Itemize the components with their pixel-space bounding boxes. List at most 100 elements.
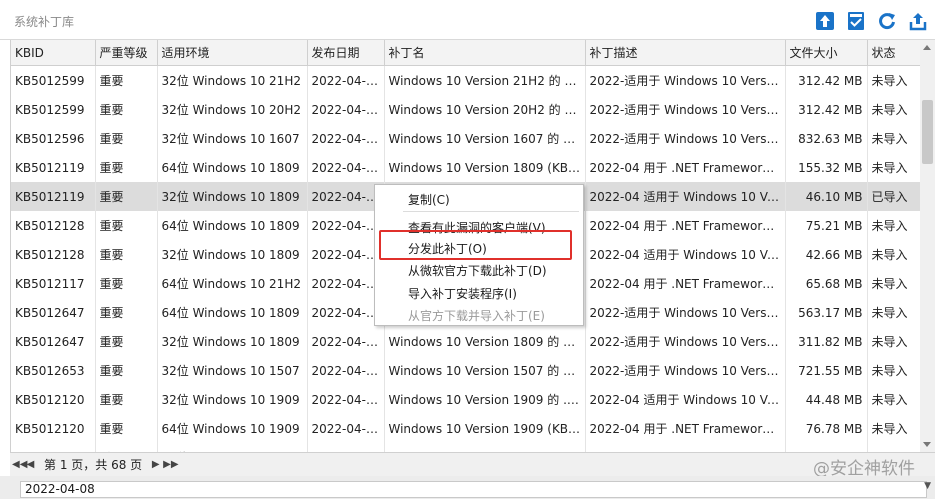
column-header-size[interactable]: 文件大小 bbox=[785, 40, 868, 66]
table-row[interactable]: KB5012119 重要 64位 Windows 10 1809 2022-04-08… bbox=[11, 153, 920, 182]
cell-description: 2022-04 适用于 Windows 10 Ve... bbox=[585, 182, 786, 211]
cell-size bbox=[785, 443, 868, 452]
cell-size: 312.42 MB bbox=[785, 95, 868, 124]
status-field[interactable]: 2022-04-08 bbox=[20, 481, 927, 498]
cell-date: 2022-04-08 bbox=[307, 95, 385, 124]
cell-environment: 64位 Windows 10 21H1 bbox=[157, 443, 308, 452]
column-header-severity[interactable]: 严重等级 bbox=[95, 40, 158, 66]
refresh-icon[interactable] bbox=[876, 10, 898, 32]
cell-description: 2022-04 用于 .NET Framework ... bbox=[585, 414, 786, 443]
table-row[interactable]: KB5012599 重要 32位 Windows 10 20H2 2022-04-08… bbox=[11, 95, 920, 124]
menu-item-download-from-microsoft[interactable]: 从微软官方下载此补丁(D) bbox=[408, 262, 547, 279]
cell-name: Windows 10 Version 1909 的 .N... bbox=[384, 385, 586, 414]
cell-size: 42.66 MB bbox=[785, 240, 868, 269]
cell-environment: 32位 Windows 10 21H2 bbox=[157, 65, 308, 95]
cell-environment: 32位 Windows 10 20H2 bbox=[157, 95, 308, 124]
last-page-icon[interactable]: ▶▶ bbox=[163, 459, 178, 470]
cell-description: 2022-适用于 Windows 10 Versi... bbox=[585, 356, 786, 385]
cell-size: 563.17 MB bbox=[785, 298, 868, 327]
cell-date: 2022-04-08 bbox=[307, 385, 385, 414]
export-icon[interactable] bbox=[907, 10, 929, 32]
cell-date: 2022-04-08 bbox=[307, 240, 385, 269]
menu-item-import-installer[interactable]: 导入补丁安装程序(I) bbox=[408, 285, 517, 302]
cell-environment: 32位 Windows 10 1507 bbox=[157, 356, 308, 385]
cell-date: 2022-04-08 bbox=[307, 327, 385, 356]
cell-date: 2022-04-08 bbox=[307, 182, 385, 211]
cell-date: 2022-04-08 bbox=[307, 211, 385, 240]
menu-separator bbox=[403, 211, 579, 212]
cell-environment: 64位 Windows 10 1809 bbox=[157, 298, 308, 327]
cell-description: 2022-适用于 Windows 10 Versi... bbox=[585, 65, 786, 95]
cell-status: 未导入 bbox=[867, 153, 920, 182]
cell-kbid: KB5012647 bbox=[11, 298, 96, 327]
chevron-down-icon[interactable]: ▼ bbox=[924, 481, 931, 491]
table-row[interactable]: KB5012120 重要 32位 Windows 10 1909 2022-04-08… bbox=[11, 385, 920, 414]
cell-environment: 64位 Windows 10 21H2 bbox=[157, 269, 308, 298]
cell-status: 未导入 bbox=[867, 298, 920, 327]
upload-arrow-icon[interactable] bbox=[814, 10, 836, 32]
vertical-scrollbar[interactable] bbox=[920, 40, 935, 452]
cell-size: 65.68 MB bbox=[785, 269, 868, 298]
cell-status: 未导入 bbox=[867, 269, 920, 298]
table-row[interactable]: KB5012120 重要 64位 Windows 10 1909 2022-04-08… bbox=[11, 414, 920, 443]
cell-date: 2022-04-08 bbox=[307, 269, 385, 298]
table-row[interactable]: KB5012596 重要 32位 Windows 10 1607 2022-04-08… bbox=[11, 124, 920, 153]
cell-status: 未导入 bbox=[867, 95, 920, 124]
cell-status: 未导入 bbox=[867, 240, 920, 269]
cell-environment: 64位 Windows 10 1809 bbox=[157, 211, 308, 240]
column-header-environment[interactable]: 适用环境 bbox=[157, 40, 308, 66]
cell-environment: 64位 Windows 10 1909 bbox=[157, 414, 308, 443]
cell-description: 2022-04 适用于 Windows 10 Ve... bbox=[585, 385, 786, 414]
cell-date: 2022-04-08 bbox=[307, 356, 385, 385]
column-header-description[interactable]: 补丁描述 bbox=[585, 40, 786, 66]
scrollbar-thumb[interactable] bbox=[922, 100, 933, 164]
page-indicator: 第 1 页，共 68 页 bbox=[44, 458, 143, 472]
cell-kbid: KB5012120 bbox=[11, 414, 96, 443]
cell-severity: 重要 bbox=[95, 385, 158, 414]
column-header-kbid[interactable]: KBID bbox=[11, 40, 96, 66]
cell-size: 311.82 MB bbox=[785, 327, 868, 356]
cell-size: 76.78 MB bbox=[785, 414, 868, 443]
cell-description: 2022-适用于 Windows 10 Versi... bbox=[585, 298, 786, 327]
column-header-name[interactable]: 补丁名 bbox=[384, 40, 586, 66]
checklist-icon[interactable] bbox=[845, 10, 867, 32]
cell-description: 2022-适用于 Windows 10 Versi... bbox=[585, 124, 786, 153]
cell-severity: 重要 bbox=[95, 211, 158, 240]
cell-severity: 重要 bbox=[95, 182, 158, 211]
cell-kbid: KB5012119 bbox=[11, 182, 96, 211]
cell-severity: 重要 bbox=[95, 65, 158, 95]
highlight-box bbox=[379, 230, 572, 260]
first-page-icon[interactable]: ◀◀ bbox=[12, 459, 27, 470]
cell-size: 155.32 MB bbox=[785, 153, 868, 182]
cell-environment: 32位 Windows 10 1607 bbox=[157, 124, 308, 153]
cell-status bbox=[867, 443, 920, 452]
cell-status: 未导入 bbox=[867, 356, 920, 385]
table-row[interactable]: KB5012117重要64位 Windows 10 21H12022-04-08… bbox=[11, 443, 920, 452]
prev-page-icon[interactable]: ◀ bbox=[25, 459, 36, 470]
cell-name: Windows 10 Version 1909 (KB5... bbox=[384, 414, 586, 443]
cell-status: 未导入 bbox=[867, 414, 920, 443]
cell-status: 未导入 bbox=[867, 385, 920, 414]
cell-kbid: KB5012128 bbox=[11, 211, 96, 240]
column-header-date[interactable]: 发布日期 bbox=[307, 40, 385, 66]
table-row[interactable]: KB5012653 重要 32位 Windows 10 1507 2022-04-08… bbox=[11, 356, 920, 385]
cell-severity: 重要 bbox=[95, 443, 158, 452]
pagination-bar: ◀◀ ◀ 第 1 页，共 68 页 ▶ ▶▶ bbox=[10, 452, 935, 476]
cell-severity: 重要 bbox=[95, 414, 158, 443]
cell-size: 44.48 MB bbox=[785, 385, 868, 414]
cell-date: 2022-04-08 bbox=[307, 414, 385, 443]
table-row[interactable]: KB5012599 重要 32位 Windows 10 21H2 2022-04-08… bbox=[11, 65, 920, 95]
cell-size: 46.10 MB bbox=[785, 182, 868, 211]
table-row[interactable]: KB5012647 重要 32位 Windows 10 1809 2022-04-08… bbox=[11, 327, 920, 356]
cell-kbid: KB5012653 bbox=[11, 356, 96, 385]
next-page-icon[interactable]: ▶ bbox=[150, 459, 161, 470]
cell-kbid: KB5012128 bbox=[11, 240, 96, 269]
scroll-up-icon[interactable] bbox=[923, 45, 931, 50]
column-header-status[interactable]: 状态 bbox=[867, 40, 920, 66]
scroll-down-icon[interactable] bbox=[923, 442, 931, 447]
cell-kbid: KB5012647 bbox=[11, 327, 96, 356]
cell-kbid: KB5012117 bbox=[11, 269, 96, 298]
cell-kbid: KB5012120 bbox=[11, 385, 96, 414]
menu-item-copy[interactable]: 复制(C) bbox=[408, 191, 450, 208]
cell-name: Windows 10 Version 1809 的 0... bbox=[384, 327, 586, 356]
